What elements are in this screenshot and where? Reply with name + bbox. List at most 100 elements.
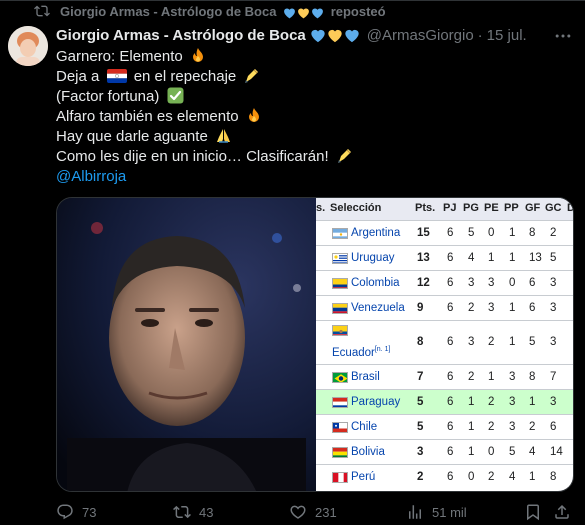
writing-hand-icon — [337, 149, 351, 163]
reposter-name[interactable]: Giorgio Armas - Astrólogo de Boca — [60, 4, 276, 19]
author-name[interactable]: Giorgio Armas - Astrólogo de Boca — [56, 27, 306, 44]
views-button[interactable]: 51 mil — [406, 502, 467, 522]
cell-pg: 1 — [468, 420, 475, 433]
cell-pp: 1 — [509, 226, 516, 239]
cell-gf: 2 — [529, 420, 536, 433]
cell-pts: 2 — [417, 470, 424, 483]
cell-pp: 3 — [509, 370, 516, 383]
paraguay-flag-icon — [106, 69, 127, 83]
table-row: Brasil 7 6 2 1 3 8 7 — [316, 364, 573, 389]
cell-gc: 3 — [550, 336, 557, 348]
table-row: Uruguay 13 6 4 1 1 13 5 — [316, 245, 573, 270]
text-line: (Factor fortuna) — [56, 87, 353, 107]
tweet-header: Giorgio Armas - Astrólogo de Boca @Armas… — [56, 25, 527, 45]
repost-button[interactable]: 43 — [173, 502, 213, 522]
blue-heart-icon — [345, 29, 359, 42]
cell-pj: 6 — [447, 445, 454, 458]
views-icon — [409, 505, 421, 519]
cell-gc: 2 — [550, 226, 557, 239]
like-icon — [290, 505, 306, 519]
like-count: 231 — [315, 504, 337, 520]
cell-pp: 4 — [509, 470, 516, 483]
cell-pj: 6 — [447, 301, 454, 314]
cell-pp: 5 — [509, 445, 516, 458]
bolivia-flag-icon — [332, 447, 348, 458]
peru-flag-icon — [332, 472, 348, 483]
bookmark-button[interactable] — [524, 502, 542, 522]
team-name[interactable]: Perú — [351, 471, 375, 483]
col-header-pp: PP — [504, 202, 519, 214]
heart-emojis — [310, 28, 360, 43]
ecuador-flag-icon — [332, 325, 348, 336]
cell-gc: 3 — [550, 301, 557, 314]
team-name[interactable]: Uruguay — [351, 252, 394, 264]
cell-pg: 3 — [468, 336, 475, 348]
cell-gc: 6 — [550, 420, 557, 433]
text-line: @Albirroja — [56, 167, 353, 187]
coach-photo[interactable] — [57, 198, 316, 492]
venezuela-flag-icon — [332, 303, 348, 314]
cell-pe: 3 — [488, 276, 495, 289]
media-container[interactable]: s. Selección Pts. PJ PG PE PP GF GC D Ar… — [56, 197, 574, 492]
table-header: s. Selección Pts. PJ PG PE PP GF GC D — [316, 198, 573, 220]
cell-pj: 6 — [447, 420, 454, 433]
like-button[interactable]: 231 — [289, 502, 337, 522]
author-handle[interactable]: @ArmasGiorgio — [367, 27, 474, 44]
share-button[interactable] — [553, 502, 571, 522]
blue-heart-icon — [312, 8, 323, 18]
tweet-date[interactable]: 15 jul. — [487, 27, 527, 44]
cell-pe: 2 — [488, 420, 495, 433]
more-icon[interactable] — [553, 26, 573, 46]
cell-pts: 9 — [417, 301, 424, 314]
cell-pts: 5 — [417, 395, 424, 408]
reposter-line[interactable]: Giorgio Armas - Astrólogo de Boca repost… — [60, 4, 386, 19]
cell-pe: 0 — [488, 226, 495, 239]
cell-pp: 3 — [509, 395, 516, 408]
team-name[interactable]: Bolivia — [351, 446, 385, 458]
text-line: Garnero: Elemento — [56, 47, 353, 67]
reply-count: 73 — [82, 504, 97, 520]
team-name[interactable]: Ecuador[n. 1] — [332, 346, 390, 359]
text-line-2a: Deja a — [56, 68, 100, 85]
cell-pp: 1 — [509, 251, 516, 264]
cell-gc: 5 — [550, 251, 557, 264]
cell-gc: 8 — [550, 470, 557, 483]
text-line: Como les dije en un inicio… Clasificarán… — [56, 147, 353, 167]
table-row: Ecuador[n. 1] 8 6 3 2 1 5 3 — [316, 320, 573, 364]
footnote-ref[interactable]: [n. 1] — [375, 346, 391, 353]
chile-flag-icon — [332, 422, 348, 433]
team-name[interactable]: Colombia — [351, 277, 400, 289]
cell-pg: 5 — [468, 226, 475, 239]
team-name[interactable]: Brasil — [351, 371, 380, 383]
cell-pg: 2 — [468, 301, 475, 314]
col-header-pg: PG — [463, 202, 479, 214]
top-divider — [0, 0, 585, 1]
cell-pj: 6 — [447, 276, 454, 289]
cell-pe: 1 — [488, 370, 495, 383]
team-name[interactable]: Argentina — [351, 227, 400, 239]
reply-button[interactable]: 73 — [56, 502, 96, 522]
repost-count: 43 — [199, 504, 214, 520]
team-name[interactable]: Paraguay — [351, 396, 400, 408]
cell-gf: 13 — [529, 251, 542, 264]
team-name[interactable]: Chile — [351, 421, 377, 433]
table-row: Perú 2 6 0 2 4 1 8 — [316, 464, 573, 489]
cell-pg: 3 — [468, 276, 475, 289]
yellow-heart-icon — [328, 29, 342, 42]
share-icon — [555, 504, 569, 519]
cell-gf: 1 — [529, 395, 536, 408]
cell-pe: 0 — [488, 445, 495, 458]
text-line: Alfaro también es elemento — [56, 107, 353, 127]
cell-pj: 6 — [447, 395, 454, 408]
cell-pj: 6 — [447, 470, 454, 483]
team-name[interactable]: Venezuela — [351, 302, 405, 314]
cell-pts: 8 — [417, 336, 424, 348]
cell-pe: 2 — [488, 336, 495, 348]
text-line-5: Hay que darle aguante — [56, 128, 208, 145]
yellow-heart-icon — [298, 8, 309, 18]
heart-emojis — [283, 7, 324, 19]
cell-pg: 1 — [468, 395, 475, 408]
separator-dot: · — [477, 26, 483, 44]
avatar[interactable] — [8, 26, 48, 66]
mention-link[interactable]: @Albirroja — [56, 168, 126, 185]
